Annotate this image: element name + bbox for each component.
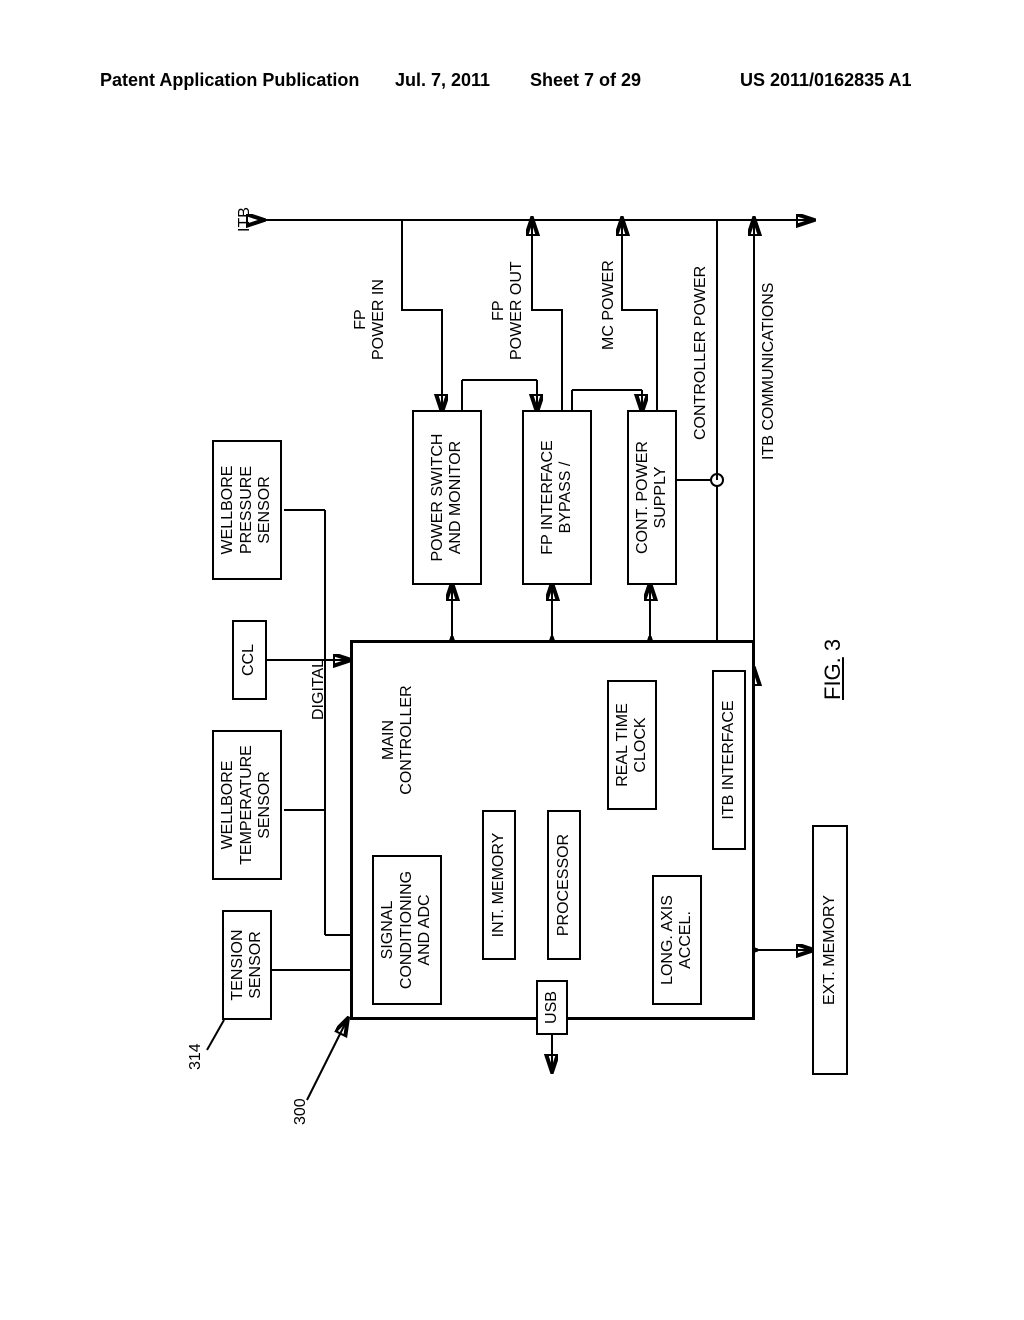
label-mc-power: MC POWER: [600, 260, 618, 350]
figure-label-prefix: FIG.: [820, 657, 845, 700]
block-wellbore-temp-sensor: WELLBORE TEMPERATURE SENSOR: [212, 730, 282, 880]
label-fp-power-in: FP POWER IN: [352, 279, 388, 360]
label-itb-communications: ITB COMMUNICATIONS: [760, 283, 778, 460]
page: Patent Application Publication Jul. 7, 2…: [0, 0, 1024, 1320]
header-sheet: Sheet 7 of 29: [530, 70, 641, 91]
label-main-controller: MAIN CONTROLLER: [380, 670, 416, 810]
header-date: Jul. 7, 2011: [395, 70, 490, 91]
header-left: Patent Application Publication: [100, 70, 359, 91]
label-itb: ITB: [236, 207, 254, 232]
block-processor: PROCESSOR: [547, 810, 581, 960]
ref-300: 300: [292, 1098, 310, 1125]
header-pubno: US 2011/0162835 A1: [740, 70, 911, 91]
label-digital: DIGITAL: [310, 659, 328, 720]
block-ext-memory: EXT. MEMORY: [812, 825, 848, 1075]
block-cont-power-supply: CONT. POWER SUPPLY: [627, 410, 677, 585]
label-fp-power-out: FP POWER OUT: [490, 261, 526, 360]
block-ccl: CCL: [232, 620, 267, 700]
figure-label-number: 3: [820, 639, 845, 651]
figure-label: FIG. 3: [820, 639, 846, 700]
block-real-time-clock: REAL TIME CLOCK: [607, 680, 657, 810]
ref-314: 314: [187, 1043, 205, 1070]
block-long-axis-accel: LONG. AXIS ACCEL.: [652, 875, 702, 1005]
block-tension-sensor: TENSION SENSOR: [222, 910, 272, 1020]
block-signal-conditioning-adc: SIGNAL CONDITIONING AND ADC: [372, 855, 442, 1005]
figure-3-diagram: 300 314 TENSION SENSOR WELLBORE TEMPERAT…: [152, 180, 872, 1180]
block-int-memory: INT. MEMORY: [482, 810, 516, 960]
block-usb: USB: [536, 980, 568, 1035]
label-controller-power: CONTROLLER POWER: [692, 266, 710, 440]
block-power-switch-monitor: POWER SWITCH AND MONITOR: [412, 410, 482, 585]
block-fp-interface-bypass: FP INTERFACE BYPASS /: [522, 410, 592, 585]
block-wellbore-pressure-sensor: WELLBORE PRESSURE SENSOR: [212, 440, 282, 580]
block-itb-interface: ITB INTERFACE: [712, 670, 746, 850]
